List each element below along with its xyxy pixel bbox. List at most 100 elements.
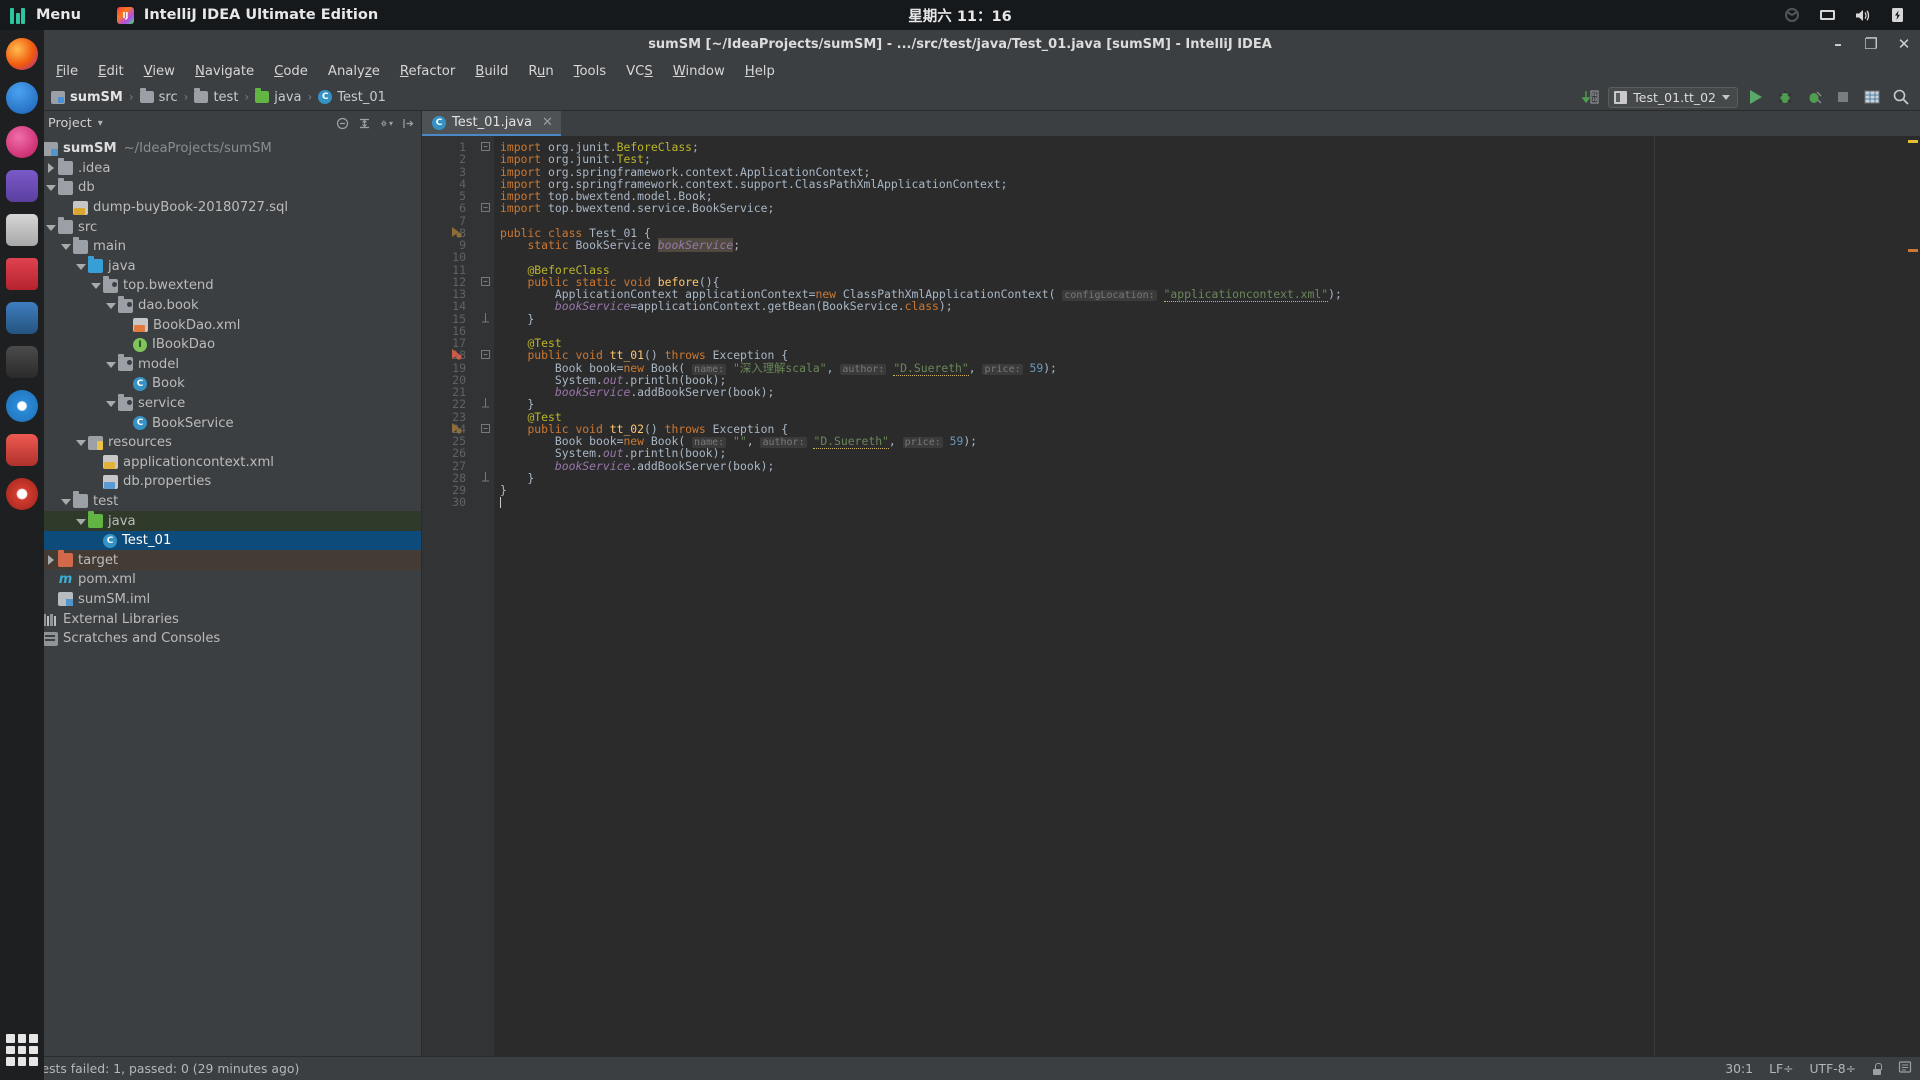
chevron-down-icon[interactable]: [45, 222, 56, 233]
editor-scroll-markers[interactable]: [1904, 136, 1920, 1056]
menu-item-run[interactable]: Run: [518, 62, 563, 81]
chevron-down-icon[interactable]: [75, 437, 86, 448]
dock-settings-icon[interactable]: [6, 302, 38, 334]
breadcrumb-item-test_01[interactable]: C Test_01: [313, 89, 391, 106]
project-panel-title[interactable]: Project: [48, 116, 92, 131]
tree-node-book[interactable]: C Book: [22, 374, 421, 394]
dock-recorder-icon[interactable]: [6, 478, 38, 510]
tree-node-sumsm-iml[interactable]: sumSM.iml: [22, 590, 421, 610]
menu-item-window[interactable]: Window: [663, 62, 735, 81]
chevron-right-icon[interactable]: [45, 554, 56, 566]
tree-node-resources[interactable]: resources: [22, 433, 421, 453]
menu-item-edit[interactable]: Edit: [88, 62, 134, 81]
search-icon[interactable]: [1890, 86, 1912, 108]
gutter-markers[interactable]: [452, 136, 494, 1056]
tree-node--idea[interactable]: .idea: [22, 158, 421, 179]
fold-collapse-icon[interactable]: [481, 202, 490, 215]
editor-tab-test-01-java[interactable]: C Test_01.java ✕: [422, 111, 561, 136]
menu-item-view[interactable]: View: [134, 62, 185, 81]
chevron-down-icon[interactable]: [105, 398, 116, 409]
tree-node-bookservice[interactable]: C BookService: [22, 413, 421, 433]
sync-icon[interactable]: [1783, 6, 1801, 24]
status-message[interactable]: Tests failed: 1, passed: 0 (29 minutes a…: [36, 1061, 299, 1076]
close-button[interactable]: ✕: [1896, 37, 1912, 53]
stop-button[interactable]: [1832, 86, 1854, 108]
tree-node-pom-xml[interactable]: m pom.xml: [22, 570, 421, 590]
dock-thunderbird-icon[interactable]: [6, 82, 38, 114]
chevron-down-icon[interactable]: [90, 280, 101, 291]
error-stripe-mark[interactable]: [1908, 249, 1918, 252]
tree-node-external-libraries[interactable]: External Libraries: [22, 609, 421, 629]
tree-node-db-properties[interactable]: db.properties: [22, 472, 421, 492]
close-tab-icon[interactable]: ✕: [542, 115, 553, 130]
project-tree[interactable]: sumSM ~/IdeaProjects/sumSM .idea db dump-buy…: [22, 136, 421, 1056]
dock-firefox-icon[interactable]: [6, 38, 38, 70]
tree-node-main[interactable]: main: [22, 236, 421, 257]
battery-icon[interactable]: [1888, 6, 1906, 24]
menu-item-build[interactable]: Build: [465, 62, 518, 81]
menu-item-tools[interactable]: Tools: [564, 62, 616, 81]
update-project-icon[interactable]: 01 10: [1579, 86, 1601, 108]
error-stripe-mark[interactable]: [1908, 140, 1918, 143]
file-encoding[interactable]: UTF-8÷: [1809, 1061, 1856, 1076]
run-with-coverage-button[interactable]: [1803, 86, 1825, 108]
chevron-down-icon[interactable]: [45, 182, 56, 193]
tree-node-applicationcontext-xml[interactable]: applicationcontext.xml: [22, 453, 421, 473]
minimize-button[interactable]: –: [1830, 37, 1846, 53]
run-test-failed-icon[interactable]: [450, 348, 462, 363]
code-content[interactable]: import org.junit.BeforeClass; import org.…: [494, 136, 1904, 1056]
fold-end-icon[interactable]: [481, 472, 490, 486]
dock-software-icon[interactable]: [6, 214, 38, 246]
run-test-icon[interactable]: [450, 422, 462, 437]
menu-item-code[interactable]: Code: [264, 62, 318, 81]
tree-node-ibookdao[interactable]: I IBookDao: [22, 335, 421, 355]
volume-icon[interactable]: [1853, 6, 1871, 24]
dock-terminal-icon[interactable]: [6, 434, 38, 466]
menu-item-file[interactable]: File: [46, 62, 88, 81]
menu-item-refactor[interactable]: Refactor: [390, 62, 465, 81]
code-editor[interactable]: 1234567891011121314151617181920212223242…: [422, 136, 1920, 1056]
tree-node-db[interactable]: db: [22, 177, 421, 198]
settings-gear-icon[interactable]: ▾: [380, 117, 393, 130]
tree-node-bookdao-xml[interactable]: BookDao.xml: [22, 315, 421, 335]
run-test-icon[interactable]: [450, 226, 462, 241]
menu-item-navigate[interactable]: Navigate: [185, 62, 264, 81]
tree-node-dao-book[interactable]: dao.book: [22, 295, 421, 316]
breadcrumb-item-sumsm[interactable]: sumSM: [46, 89, 128, 106]
tree-node-test-01[interactable]: C Test_01: [22, 530, 421, 551]
menu-item-analyze[interactable]: Analyze: [318, 62, 390, 81]
tree-node-test[interactable]: test: [22, 491, 421, 512]
tree-node-dump-buybook-20180727-sql[interactable]: dump-buyBook-20180727.sql: [22, 198, 421, 218]
hide-panel-icon[interactable]: [402, 117, 415, 130]
tree-node-top-bwextend[interactable]: top.bwextend: [22, 275, 421, 296]
run-button[interactable]: [1745, 86, 1767, 108]
breadcrumb-item-src[interactable]: src: [135, 88, 183, 106]
breadcrumb-item-test[interactable]: test: [189, 88, 243, 106]
dock-rhythmbox-icon[interactable]: [6, 126, 38, 158]
chevron-right-icon[interactable]: [45, 162, 56, 174]
maximize-button[interactable]: ❐: [1863, 37, 1879, 53]
dock-chrome-icon[interactable]: [6, 390, 38, 422]
menu-item-vcs[interactable]: VCS: [616, 62, 663, 81]
chevron-down-icon[interactable]: [60, 241, 71, 252]
tree-node-java[interactable]: java: [22, 511, 421, 531]
tree-node-scratches-and-consoles[interactable]: Scratches and Consoles: [22, 629, 421, 649]
fold-collapse-icon[interactable]: [481, 349, 490, 362]
chevron-down-icon[interactable]: [75, 261, 86, 272]
fold-end-icon[interactable]: [481, 398, 490, 412]
caret-position[interactable]: 30:1: [1725, 1061, 1753, 1076]
show-applications-button[interactable]: [6, 1034, 38, 1066]
tree-node-target[interactable]: target: [22, 550, 421, 571]
debug-button[interactable]: [1774, 86, 1796, 108]
chevron-down-icon[interactable]: [75, 516, 86, 527]
tree-node-service[interactable]: service: [22, 393, 421, 414]
collapse-all-icon[interactable]: [336, 117, 349, 130]
fold-collapse-icon[interactable]: [481, 141, 490, 154]
breadcrumb-item-java[interactable]: java: [250, 88, 306, 106]
system-menu-button[interactable]: Menu: [36, 7, 81, 23]
fold-collapse-icon[interactable]: [481, 423, 490, 436]
chevron-down-icon[interactable]: [105, 359, 116, 370]
fold-collapse-icon[interactable]: [481, 276, 490, 289]
tree-node-sumsm[interactable]: sumSM ~/IdeaProjects/sumSM: [22, 139, 421, 159]
line-separator[interactable]: LF÷: [1769, 1061, 1793, 1076]
